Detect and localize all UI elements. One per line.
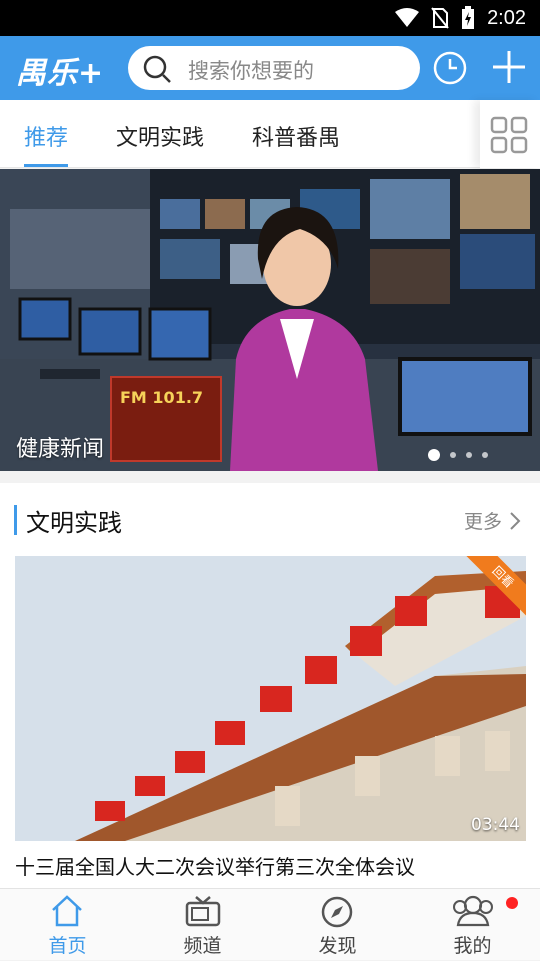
video-card[interactable]: 回看 03:44	[15, 556, 526, 841]
fm-sign-text: FM 101.7	[120, 388, 204, 407]
no-sim-icon	[431, 7, 449, 29]
profile-icon	[453, 895, 493, 927]
status-bar: 2:02	[0, 0, 540, 36]
more-link[interactable]: 更多	[464, 507, 522, 534]
video-thumbnail	[15, 556, 526, 841]
carousel-dot	[466, 452, 472, 458]
banner-image	[0, 169, 540, 471]
wifi-icon	[395, 8, 420, 27]
grid-icon	[490, 116, 528, 154]
nav-home-label: 首页	[48, 935, 87, 957]
carousel-dots	[428, 449, 488, 461]
app-logo: 禺乐+	[16, 56, 105, 91]
status-icons: 2:02	[395, 0, 526, 36]
clock-time: 2:02	[487, 6, 526, 29]
chevron-right-icon	[510, 512, 521, 530]
carousel-dot	[450, 452, 456, 458]
tv-icon	[185, 896, 221, 927]
nav-channel[interactable]: 频道	[135, 889, 270, 961]
compass-icon	[321, 896, 353, 928]
tab-science[interactable]: 科普番禺	[252, 120, 340, 152]
history-clock-icon[interactable]	[432, 50, 468, 86]
video-title[interactable]: 十三届全国人大二次会议举行第三次全体会议	[15, 851, 415, 880]
tab-recommend[interactable]: 推荐	[24, 120, 68, 152]
carousel-dot	[482, 452, 488, 458]
category-tabs: 推荐 文明实践 科普番禺	[0, 100, 540, 168]
tab-civilization[interactable]: 文明实践	[116, 120, 204, 152]
banner-caption: 健康新闻	[16, 437, 105, 462]
bottom-navigation: 首页 频道 发现 我的	[0, 888, 540, 960]
nav-profile-label: 我的	[453, 935, 492, 957]
nav-channel-label: 频道	[183, 935, 222, 957]
more-label: 更多	[464, 511, 503, 533]
search-placeholder: 搜索你想要的	[188, 59, 314, 83]
search-bar[interactable]: 搜索你想要的	[128, 46, 420, 90]
carousel-dot	[428, 449, 440, 461]
nav-profile[interactable]: 我的	[405, 889, 540, 961]
section-title: 文明实践	[26, 509, 122, 537]
search-icon	[143, 55, 171, 83]
notification-badge	[506, 897, 518, 909]
video-duration: 03:44	[471, 815, 520, 835]
active-tab-indicator	[24, 164, 68, 167]
battery-charging-icon	[462, 6, 475, 29]
category-grid-button[interactable]	[480, 100, 540, 168]
banner-carousel[interactable]: FM 101.7 健康新闻	[0, 169, 540, 471]
civilization-section: 文明实践 更多 回看 03:44 十三届全国人大二次会议举行第三次全体会议	[0, 483, 540, 888]
home-icon	[52, 895, 82, 927]
section-accent-bar	[14, 505, 17, 535]
nav-discover-label: 发现	[318, 935, 357, 957]
app-bar: 禺乐+ 搜索你想要的	[0, 36, 540, 100]
fm-sign: FM 101.7	[110, 376, 222, 462]
nav-discover[interactable]: 发现	[270, 889, 405, 961]
plus-icon[interactable]	[490, 48, 528, 86]
nav-home[interactable]: 首页	[0, 889, 135, 961]
